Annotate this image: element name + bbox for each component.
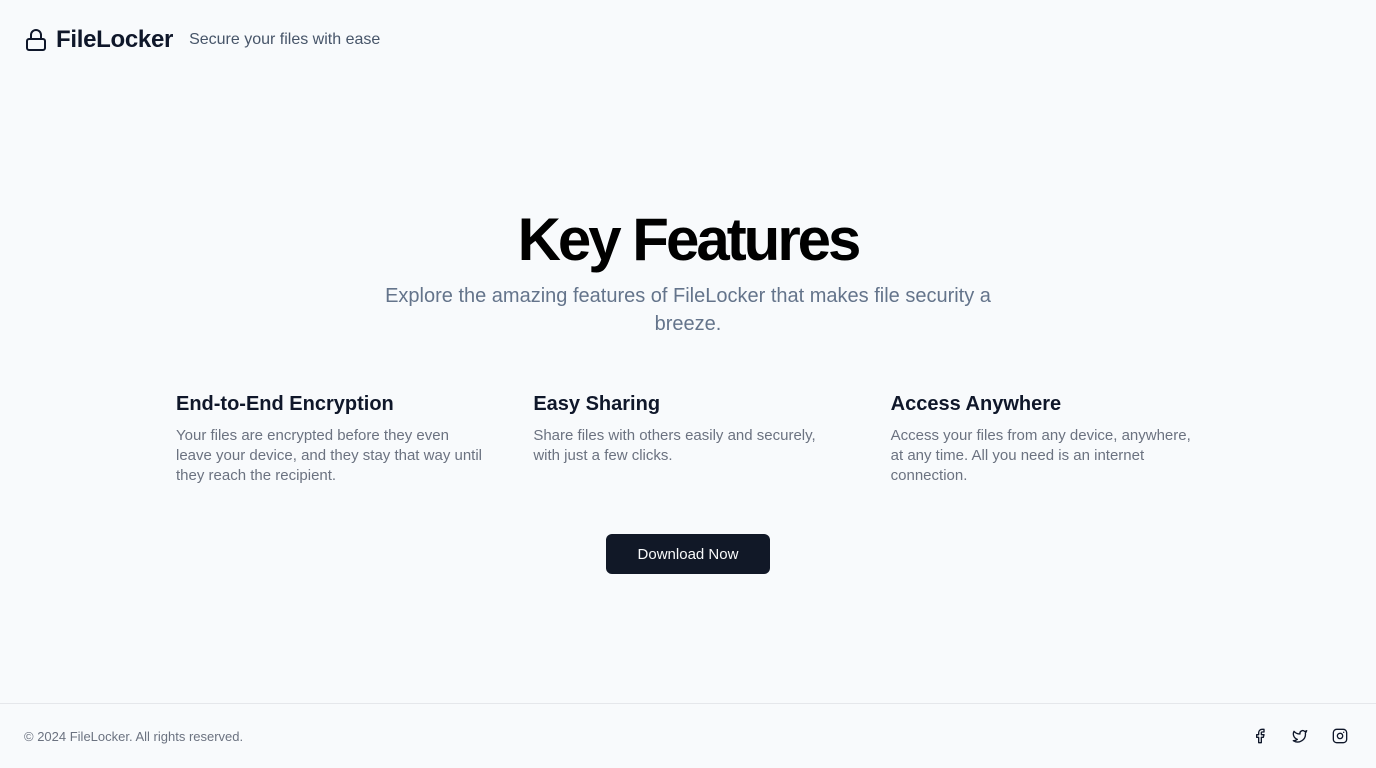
twitter-link[interactable] bbox=[1288, 724, 1312, 748]
tagline: Secure your files with ease bbox=[189, 31, 381, 48]
page: FileLocker Secure your files with ease K… bbox=[0, 0, 1376, 768]
feature-title: Access Anywhere bbox=[890, 393, 1062, 415]
instagram-icon bbox=[1332, 728, 1348, 744]
facebook-link[interactable] bbox=[1248, 724, 1272, 748]
feature-title: End-to-End Encryption bbox=[176, 393, 394, 415]
feature-card-encryption: End-to-End Encryption Your files are enc… bbox=[176, 390, 485, 486]
page-subtitle: Explore the amazing features of FileLock… bbox=[385, 285, 991, 335]
instagram-link[interactable] bbox=[1328, 724, 1352, 748]
twitter-icon bbox=[1292, 728, 1308, 744]
features-grid: End-to-End Encryption Your files are enc… bbox=[176, 390, 1200, 486]
feature-description: Share files with others easily and secur… bbox=[533, 427, 816, 464]
feature-title: Easy Sharing bbox=[533, 393, 661, 415]
page-title: Key Features bbox=[517, 206, 862, 273]
feature-description: Access your files from any device, anywh… bbox=[890, 427, 1191, 484]
features-section: Key Features Explore the amazing feature… bbox=[0, 80, 1376, 703]
lock-icon bbox=[24, 28, 48, 52]
feature-card-access: Access Anywhere Access your files from a… bbox=[891, 390, 1200, 486]
facebook-icon bbox=[1252, 728, 1268, 744]
feature-description: Your files are encrypted before they eve… bbox=[176, 427, 483, 484]
brand-link[interactable]: FileLocker bbox=[24, 26, 173, 54]
download-now-button[interactable]: Download Now bbox=[605, 534, 771, 574]
brand-name: FileLocker bbox=[56, 26, 174, 53]
site-footer: © 2024 FileLocker. All rights reserved. bbox=[0, 703, 1376, 768]
social-links bbox=[1248, 724, 1352, 748]
site-header: FileLocker Secure your files with ease bbox=[0, 0, 1376, 80]
feature-card-sharing: Easy Sharing Share files with others eas… bbox=[533, 390, 842, 486]
copyright-text: © 2024 FileLocker. All rights reserved. bbox=[24, 728, 244, 744]
